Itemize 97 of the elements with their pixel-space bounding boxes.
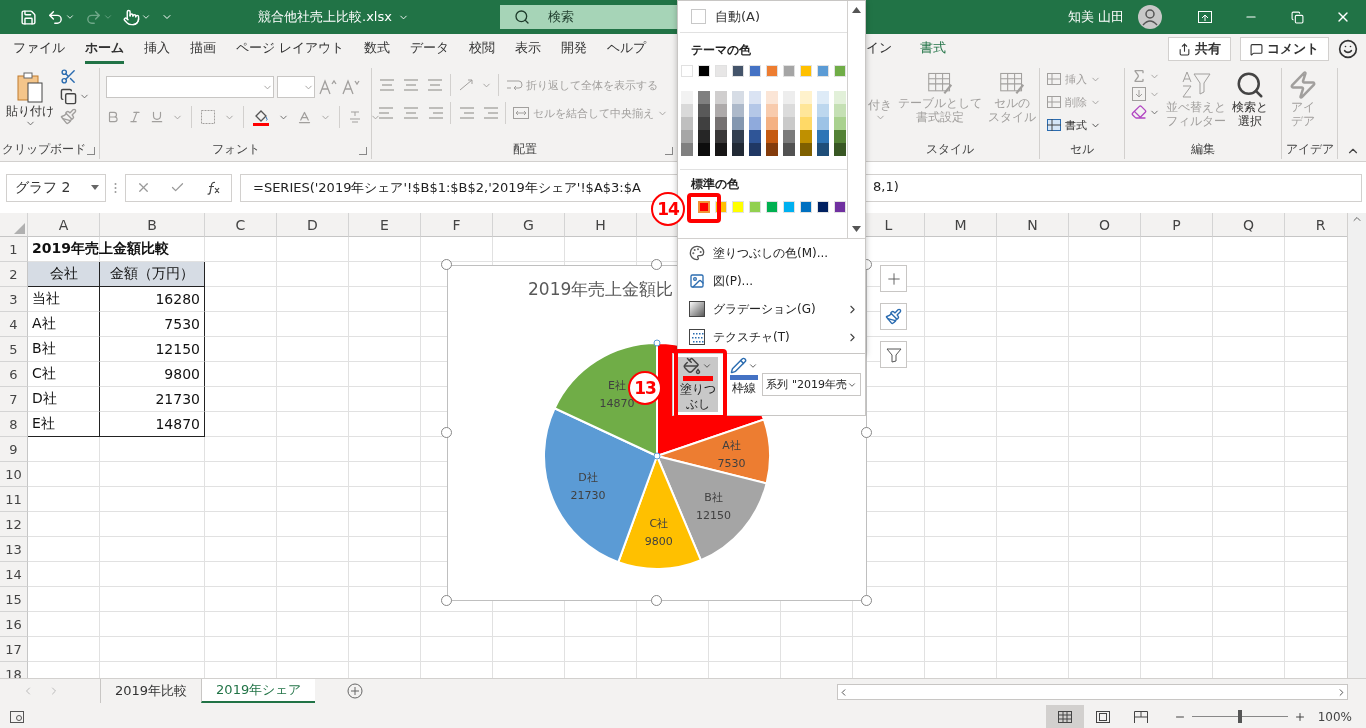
row-number[interactable]: 4 <box>0 312 28 337</box>
row-number[interactable]: 2 <box>0 262 28 287</box>
ribbon-tab[interactable]: 開発 <box>561 34 588 64</box>
slice-value: 9800 <box>644 534 673 548</box>
group-label: フォント <box>210 141 261 158</box>
series-dropdown[interactable]: 系列 "2019年売 <box>762 373 861 396</box>
row-number[interactable]: 6 <box>0 362 28 387</box>
ribbon-tab[interactable]: 挿入 <box>144 34 170 64</box>
column-header-cell: 会社 <box>28 262 100 287</box>
column-header[interactable]: R <box>1285 213 1347 237</box>
slice-label: C社 <box>649 516 669 530</box>
automatic-option[interactable]: 自動(A) <box>680 1 848 33</box>
chart-title[interactable]: 2019年売上金額比 <box>528 278 674 301</box>
paste-button[interactable]: 貼り付け <box>6 68 54 129</box>
row-number[interactable]: 16 <box>0 612 28 637</box>
table-cell: 9800 <box>100 362 205 387</box>
column-header[interactable]: H <box>565 213 637 237</box>
column-header[interactable]: P <box>1141 213 1213 237</box>
group-label: 配置 <box>511 141 538 158</box>
ribbon-tab[interactable]: 描画 <box>190 34 216 64</box>
column-header[interactable]: A <box>28 213 100 237</box>
column-header[interactable]: B <box>100 213 205 237</box>
group-label: アイデア <box>1284 141 1335 158</box>
row-number[interactable]: 1 <box>0 237 28 262</box>
row-number[interactable]: 15 <box>0 587 28 612</box>
menu-item[interactable]: グラデーション(G) <box>678 295 865 323</box>
table-cell: 当社 <box>28 287 100 312</box>
column-header[interactable]: C <box>205 213 277 237</box>
row-number[interactable]: 11 <box>0 487 28 512</box>
ribbon-tab[interactable]: ヘルプ <box>607 34 647 64</box>
row-number[interactable]: 12 <box>0 512 28 537</box>
user-name: 知美 山田 <box>1067 8 1124 26</box>
column-header[interactable]: D <box>277 213 349 237</box>
group-label: スタイル <box>924 141 975 158</box>
name-box[interactable]: グラフ 2 <box>6 173 106 202</box>
sheet-tab[interactable]: 2019年シェア <box>201 679 316 703</box>
table-cell: 16280 <box>100 287 205 312</box>
table-cell: A社 <box>28 312 100 337</box>
column-header[interactable]: F <box>421 213 493 237</box>
slice-value: 12150 <box>696 508 732 522</box>
slice-label: E社 <box>607 379 626 393</box>
ribbon-tab[interactable]: ファイル <box>13 34 65 64</box>
outline-button[interactable]: 枠線 <box>728 357 760 412</box>
menu-item[interactable]: テクスチャ(T) <box>678 323 865 351</box>
menu-item[interactable]: 図(P)... <box>678 267 865 295</box>
row-number[interactable]: 18 <box>0 662 28 678</box>
menu-item[interactable]: 塗りつぶしの色(M)... <box>678 239 865 267</box>
section-heading: 標準の色 <box>690 177 740 191</box>
table-title: 2019年売上金額比較 <box>31 239 170 258</box>
find-select-button[interactable]: 検索と 選択 <box>1232 68 1268 128</box>
ribbon-tab[interactable]: 数式 <box>364 34 391 64</box>
row-number[interactable]: 17 <box>0 637 28 662</box>
ribbon-tab[interactable]: イン <box>866 34 892 64</box>
ribbon-tab[interactable]: 校閲 <box>469 34 496 64</box>
column-header[interactable]: Q <box>1213 213 1285 237</box>
table-cell: B社 <box>28 337 100 362</box>
row-number[interactable]: 3 <box>0 287 28 312</box>
ribbon-tab[interactable]: 書式 <box>920 34 946 64</box>
zoom-level[interactable]: 100% <box>1317 709 1352 724</box>
table-cell: C社 <box>28 362 100 387</box>
ribbon-tab[interactable]: ページ レイアウト <box>236 34 345 64</box>
fill-button[interactable]: 塗りつぶし <box>677 357 719 412</box>
window-title: 競合他社売上比較.xlsx <box>258 8 392 26</box>
group-label: 編集 <box>1190 141 1216 158</box>
group-label: クリップボード <box>1 141 87 158</box>
row-number[interactable]: 13 <box>0 537 28 562</box>
cells-command[interactable]: 書式 <box>1046 114 1101 136</box>
table-cell: 21730 <box>100 387 205 412</box>
row-number[interactable]: 5 <box>0 337 28 362</box>
column-header-cell: 金額（万円） <box>100 262 205 287</box>
column-header[interactable]: E <box>349 213 421 237</box>
column-header[interactable]: M <box>925 213 997 237</box>
slice-value: 7530 <box>717 456 746 470</box>
search-field[interactable]: 検索 <box>500 5 677 29</box>
row-number[interactable]: 7 <box>0 387 28 412</box>
slice-label: D社 <box>578 470 598 484</box>
section-heading: テーマの色 <box>690 43 752 57</box>
column-header[interactable]: O <box>1069 213 1141 237</box>
slice-label: A社 <box>722 438 741 452</box>
share-button[interactable]: 共有 <box>1168 37 1231 61</box>
row-number[interactable]: 10 <box>0 462 28 487</box>
slice-value: 21730 <box>570 488 606 502</box>
column-header[interactable]: G <box>493 213 565 237</box>
row-number[interactable]: 14 <box>0 562 28 587</box>
table-cell: 12150 <box>100 337 205 362</box>
group-label: セル <box>1069 141 1095 158</box>
ribbon-tab[interactable]: 表示 <box>515 34 542 64</box>
row-number[interactable]: 8 <box>0 412 28 437</box>
table-cell: 7530 <box>100 312 205 337</box>
table-cell: D社 <box>28 387 100 412</box>
slice-label: B社 <box>704 490 723 504</box>
ribbon-tab[interactable]: データ <box>410 34 450 64</box>
table-cell: 14870 <box>100 412 205 437</box>
comment-button[interactable]: コメント <box>1240 37 1329 61</box>
column-header[interactable]: N <box>997 213 1069 237</box>
table-cell: E社 <box>28 412 100 437</box>
row-number[interactable]: 9 <box>0 437 28 462</box>
